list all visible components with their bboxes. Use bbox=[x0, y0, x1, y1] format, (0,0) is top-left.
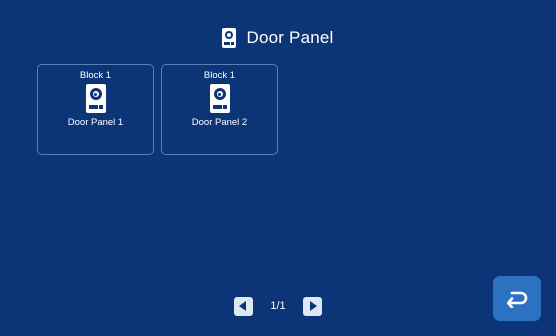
next-page-button[interactable] bbox=[302, 296, 322, 316]
return-icon bbox=[506, 291, 528, 308]
page-header: Door Panel bbox=[0, 26, 556, 50]
page-indicator: 1/1 bbox=[270, 300, 286, 312]
door-panel-tile-1[interactable]: Block 1 Door Panel 1 bbox=[37, 64, 154, 155]
door-panel-icon bbox=[222, 28, 237, 48]
door-panel-icon bbox=[85, 84, 106, 113]
tile-name-label: Door Panel 2 bbox=[191, 117, 248, 128]
door-panel-icon bbox=[209, 84, 230, 113]
tile-block-label: Block 1 bbox=[203, 70, 236, 81]
tile-name-label: Door Panel 1 bbox=[67, 117, 124, 128]
back-button[interactable] bbox=[493, 276, 541, 321]
tile-block-label: Block 1 bbox=[79, 70, 112, 81]
prev-page-button[interactable] bbox=[234, 296, 254, 316]
arrow-left-icon bbox=[239, 301, 247, 311]
pagination: 1/1 bbox=[0, 296, 556, 316]
page-title: Door Panel bbox=[246, 28, 334, 47]
door-panel-tile-2[interactable]: Block 1 Door Panel 2 bbox=[161, 64, 278, 155]
door-panel-grid: Block 1 Door Panel 1 Block 1 Door Panel … bbox=[37, 64, 278, 155]
arrow-right-icon bbox=[309, 301, 317, 311]
